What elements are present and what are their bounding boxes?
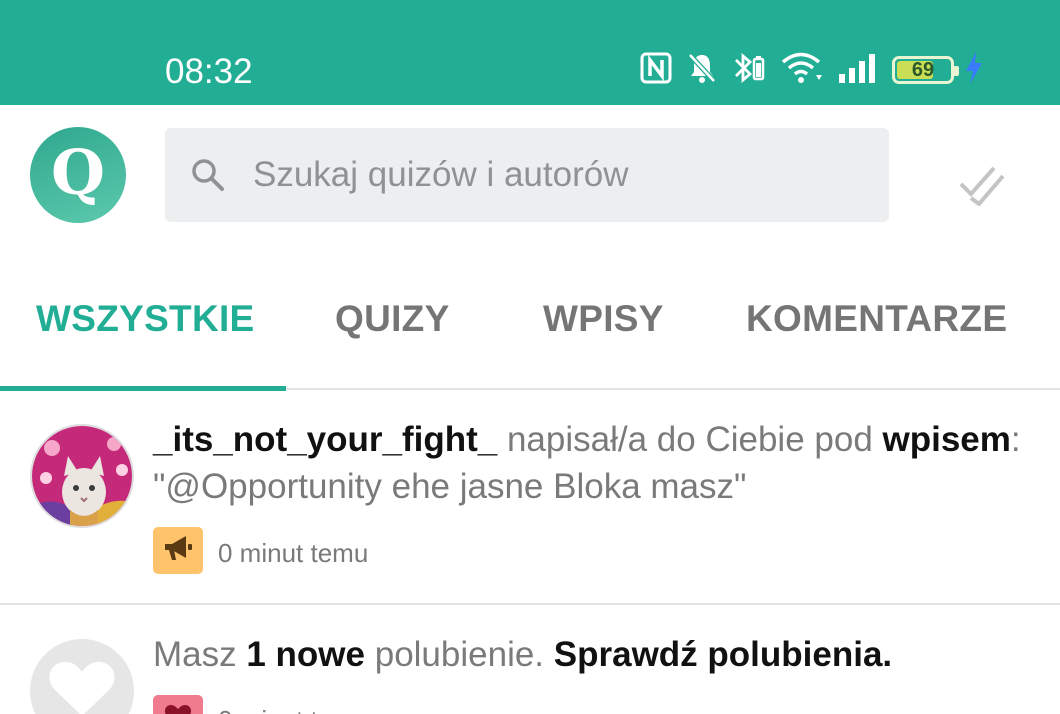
status-icons: 69 xyxy=(640,51,984,90)
search-icon xyxy=(189,156,227,199)
bluetooth-icon xyxy=(732,51,766,90)
search-input[interactable] xyxy=(253,148,853,202)
tab-all[interactable]: WSZYSTKIE xyxy=(36,298,255,340)
avatar xyxy=(30,639,134,714)
notification-item[interactable]: Masz 1 nowe polubienie. Sprawdź polubien… xyxy=(0,605,1060,714)
heart-icon xyxy=(164,703,192,714)
search-bar[interactable] xyxy=(165,128,889,222)
status-bar: 08:32 69 xyxy=(0,0,1060,105)
notification-target[interactable]: wpisem xyxy=(883,420,1011,459)
bell-muted-icon xyxy=(686,51,718,90)
nfc-icon xyxy=(640,52,672,89)
heart-icon xyxy=(47,658,117,714)
battery-level: 69 xyxy=(911,58,935,81)
tab-bar: WSZYSTKIE QUIZY WPISY KOMENTARZE xyxy=(0,270,1060,391)
wifi-icon xyxy=(780,51,824,90)
signal-icon xyxy=(838,52,878,89)
notification-action: napisał/a do Ciebie pod xyxy=(497,420,883,459)
notification-count: 1 nowe xyxy=(246,635,365,674)
tab-quizzes[interactable]: QUIZY xyxy=(335,298,450,340)
status-time: 08:32 xyxy=(165,52,253,91)
avatar[interactable] xyxy=(30,424,134,528)
notification-time: 0 minut temu xyxy=(218,538,369,568)
megaphone-icon xyxy=(162,533,194,568)
check-likes-link[interactable]: Sprawdź polubienia. xyxy=(554,635,892,674)
double-check-icon[interactable] xyxy=(958,160,1006,211)
charging-icon xyxy=(964,51,984,90)
logo-letter: Q xyxy=(50,136,105,209)
notification-text: _its_not_your_fight_ napisał/a do Ciebie… xyxy=(153,416,1043,510)
notification-author[interactable]: _its_not_your_fight_ xyxy=(153,420,497,459)
notification-suffix: : xyxy=(1010,420,1021,459)
notification-middle: polubienie. xyxy=(365,635,554,674)
notification-type-badge xyxy=(153,527,203,574)
battery-icon: 69 xyxy=(892,56,959,84)
tab-comments[interactable]: KOMENTARZE xyxy=(746,298,1007,340)
notification-text: Masz 1 nowe polubienie. Sprawdź polubien… xyxy=(153,631,892,678)
notification-quote: "@Opportunity ehe jasne Bloka masz" xyxy=(153,467,747,506)
notification-item[interactable]: _its_not_your_fight_ napisał/a do Ciebie… xyxy=(0,390,1060,605)
app-logo[interactable]: Q xyxy=(30,127,126,223)
notification-time: 0 minut temu xyxy=(218,705,368,714)
tab-posts[interactable]: WPISY xyxy=(543,298,664,340)
notification-prefix: Masz xyxy=(153,635,247,674)
notification-type-badge xyxy=(153,695,203,714)
